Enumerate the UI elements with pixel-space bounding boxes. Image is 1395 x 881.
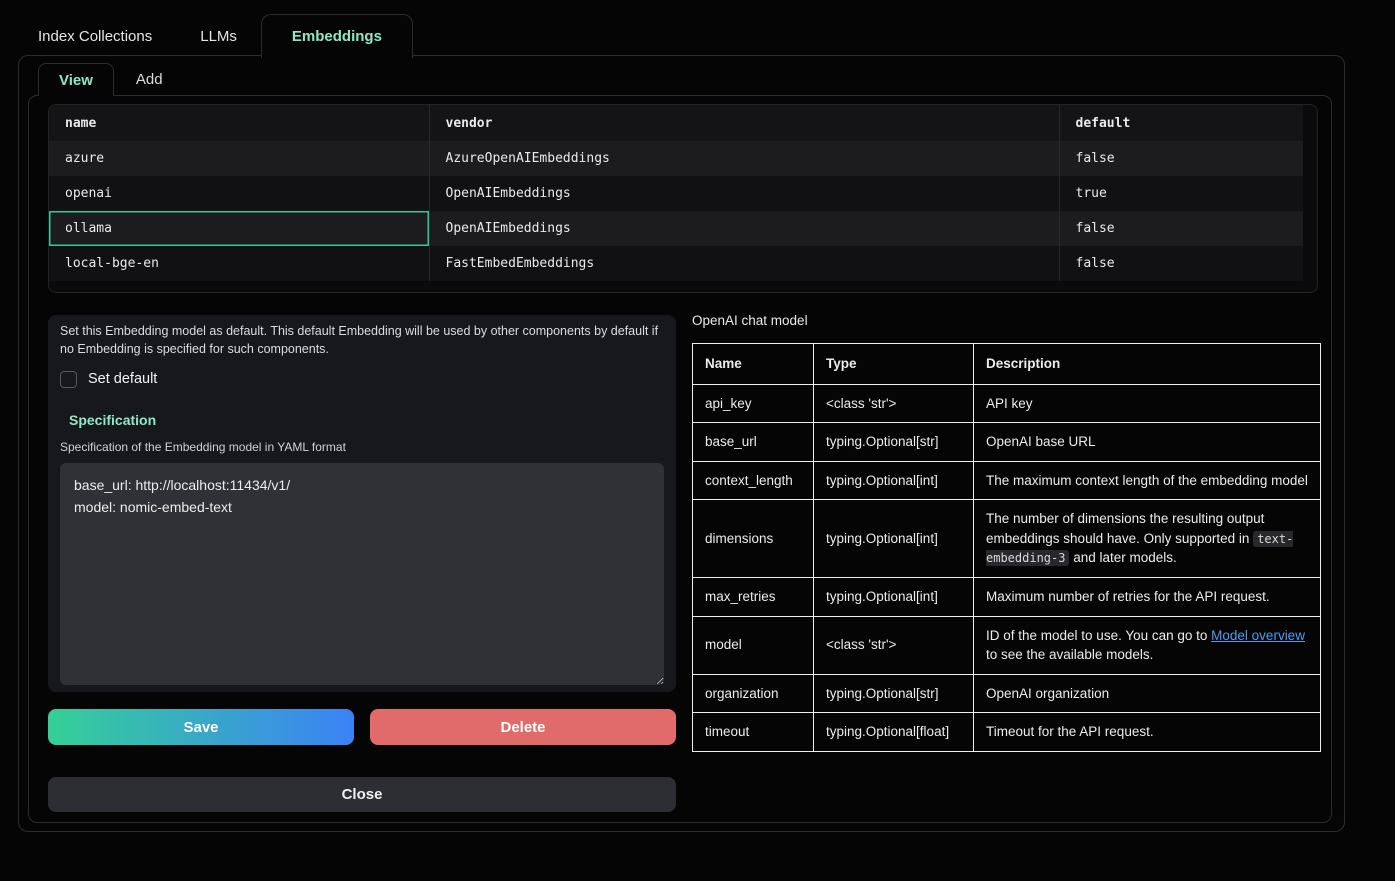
schema-cell-name: model xyxy=(693,616,814,674)
schema-cell-type: typing.Optional[float] xyxy=(814,713,974,752)
schema-cell-description: OpenAI base URL xyxy=(974,423,1321,462)
cell-default[interactable]: true xyxy=(1059,176,1303,211)
schema-cell-type: typing.Optional[str] xyxy=(814,423,974,462)
sub-tab-bar: ViewAdd xyxy=(38,63,185,96)
schema-cell-description: API key xyxy=(974,384,1321,423)
schema-cell-name: api_key xyxy=(693,384,814,423)
schema-table: Name Type Description api_key<class 'str… xyxy=(692,343,1321,752)
tab-llms[interactable]: LLMs xyxy=(176,15,261,57)
description-text: OpenAI organization xyxy=(986,686,1109,701)
embeddings-table: name vendor default azureAzureOpenAIEmbe… xyxy=(49,105,1303,281)
schema-cell-description: ID of the model to use. You can go to Mo… xyxy=(974,616,1321,674)
embeddings-table-container: name vendor default azureAzureOpenAIEmbe… xyxy=(48,104,1318,293)
specification-heading: Specification xyxy=(69,412,664,429)
cell-vendor[interactable]: OpenAIEmbeddings xyxy=(429,176,1059,211)
default-and-spec-card: Set this Embedding model as default. Thi… xyxy=(48,315,676,692)
model-overview-link[interactable]: Model overview xyxy=(1211,628,1305,643)
schema-header-row: Name Type Description xyxy=(693,344,1321,385)
schema-column-description: Description xyxy=(974,344,1321,385)
schema-cell-type: <class 'str'> xyxy=(814,384,974,423)
schema-panel: OpenAI chat model Name Type Description … xyxy=(692,313,1320,752)
schema-cell-name: organization xyxy=(693,674,814,713)
table-row-ollama[interactable]: ollamaOpenAIEmbeddingsfalse xyxy=(49,211,1303,246)
schema-table-body: api_key<class 'str'>API keybase_urltypin… xyxy=(693,384,1321,751)
table-row-local-bge-en[interactable]: local-bge-enFastEmbedEmbeddingsfalse xyxy=(49,246,1303,281)
schema-cell-name: max_retries xyxy=(693,577,814,616)
schema-row-context_length: context_lengthtyping.Optional[int] The ma… xyxy=(693,461,1321,500)
schema-row-model: model<class 'str'>ID of the model to use… xyxy=(693,616,1321,674)
description-text: and later models. xyxy=(1069,550,1176,565)
schema-cell-description: Maximum number of retries for the API re… xyxy=(974,577,1321,616)
cell-vendor[interactable]: AzureOpenAIEmbeddings xyxy=(429,141,1059,176)
subtab-add[interactable]: Add xyxy=(114,63,185,96)
schema-title: OpenAI chat model xyxy=(692,313,1320,333)
save-button[interactable]: Save xyxy=(48,709,354,745)
description-text: to see the available models. xyxy=(986,647,1153,662)
description-text: The maximum context length of the embedd… xyxy=(986,473,1308,488)
set-default-help-text: Set this Embedding model as default. Thi… xyxy=(60,323,660,358)
delete-button[interactable]: Delete xyxy=(370,709,676,745)
tab-embeddings[interactable]: Embeddings xyxy=(261,14,413,58)
schema-row-organization: organizationtyping.Optional[str] OpenAI o… xyxy=(693,674,1321,713)
cell-vendor[interactable]: OpenAIEmbeddings xyxy=(429,211,1059,246)
cell-default[interactable]: false xyxy=(1059,211,1303,246)
table-row-azure[interactable]: azureAzureOpenAIEmbeddingsfalse xyxy=(49,141,1303,176)
yaml-spec-textarea[interactable]: base_url: http://localhost:11434/v1/ mod… xyxy=(60,463,664,685)
schema-cell-type: typing.Optional[str] xyxy=(814,674,974,713)
schema-cell-name: context_length xyxy=(693,461,814,500)
description-text: Maximum number of retries for the API re… xyxy=(986,589,1270,604)
schema-row-dimensions: dimensionstyping.Optional[int] The number… xyxy=(693,500,1321,578)
set-default-row: Set default xyxy=(60,370,664,388)
cell-name[interactable]: openai xyxy=(49,176,429,211)
cell-default[interactable]: false xyxy=(1059,246,1303,281)
schema-row-timeout: timeouttyping.Optional[float] Timeout for… xyxy=(693,713,1321,752)
set-default-checkbox[interactable] xyxy=(60,371,77,388)
tab-index-collections[interactable]: Index Collections xyxy=(38,15,176,57)
action-buttons: Save Delete xyxy=(48,709,676,745)
schema-row-api_key: api_key<class 'str'> API key xyxy=(693,384,1321,423)
embedding-detail-panel: Set this Embedding model as default. Thi… xyxy=(48,315,676,692)
schema-column-type: Type xyxy=(814,344,974,385)
schema-cell-description: The maximum context length of the embedd… xyxy=(974,461,1321,500)
description-text: OpenAI base URL xyxy=(986,434,1096,449)
schema-cell-description: OpenAI organization xyxy=(974,674,1321,713)
cell-name[interactable]: ollama xyxy=(49,211,429,246)
close-button[interactable]: Close xyxy=(48,777,676,812)
schema-cell-type: typing.Optional[int] xyxy=(814,500,974,578)
schema-cell-description: The number of dimensions the resulting o… xyxy=(974,500,1321,578)
schema-cell-description: Timeout for the API request. xyxy=(974,713,1321,752)
description-text: API key xyxy=(986,396,1033,411)
subtab-view[interactable]: View xyxy=(38,63,114,96)
schema-cell-name: dimensions xyxy=(693,500,814,578)
schema-cell-name: timeout xyxy=(693,713,814,752)
cell-vendor[interactable]: FastEmbedEmbeddings xyxy=(429,246,1059,281)
description-text: ID of the model to use. You can go to xyxy=(986,628,1211,643)
description-text: Timeout for the API request. xyxy=(986,724,1154,739)
embeddings-table-body: azureAzureOpenAIEmbeddingsfalseopenaiOpe… xyxy=(49,141,1303,281)
cell-default[interactable]: false xyxy=(1059,141,1303,176)
schema-row-base_url: base_urltyping.Optional[str] OpenAI base … xyxy=(693,423,1321,462)
schema-cell-name: base_url xyxy=(693,423,814,462)
table-row-openai[interactable]: openaiOpenAIEmbeddingstrue xyxy=(49,176,1303,211)
schema-column-name: Name xyxy=(693,344,814,385)
schema-cell-type: typing.Optional[int] xyxy=(814,461,974,500)
column-header-name: name xyxy=(49,105,429,141)
column-header-vendor: vendor xyxy=(429,105,1059,141)
schema-cell-type: typing.Optional[int] xyxy=(814,577,974,616)
schema-row-max_retries: max_retriestyping.Optional[int] Maximum n… xyxy=(693,577,1321,616)
top-tab-bar: Index CollectionsLLMsEmbeddings xyxy=(38,15,413,57)
set-default-label: Set default xyxy=(88,371,157,387)
cell-name[interactable]: local-bge-en xyxy=(49,246,429,281)
description-text: The number of dimensions the resulting o… xyxy=(986,511,1264,546)
embeddings-table-header-row: name vendor default xyxy=(49,105,1303,141)
cell-name[interactable]: azure xyxy=(49,141,429,176)
schema-cell-type: <class 'str'> xyxy=(814,616,974,674)
column-header-default: default xyxy=(1059,105,1303,141)
specification-caption: Specification of the Embedding model in … xyxy=(60,440,664,454)
